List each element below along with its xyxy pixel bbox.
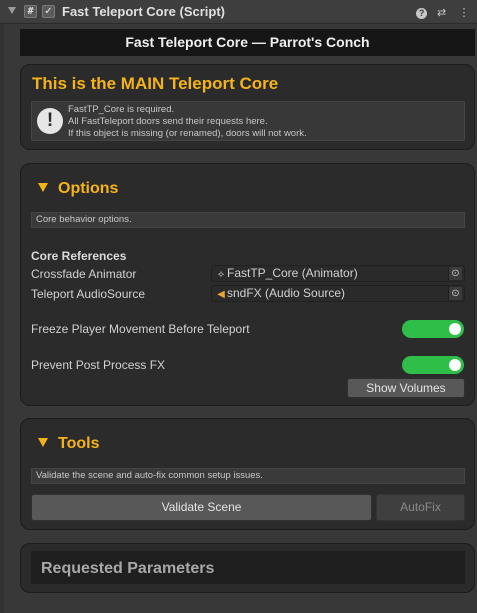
expanded-arrow-icon bbox=[38, 182, 48, 192]
requested-parameters-title: Requested Parameters bbox=[41, 560, 215, 577]
toggle-knob bbox=[449, 359, 461, 371]
more-icon[interactable]: ⋮ bbox=[457, 5, 471, 21]
requested-parameters-panel: Requested Parameters bbox=[20, 543, 475, 593]
inspector-left-gutter bbox=[0, 24, 4, 613]
help-line-1: FastTP_Core is required. bbox=[68, 104, 175, 115]
autofix-button[interactable]: AutoFix bbox=[376, 494, 465, 521]
crossfade-animator-field[interactable]: ⟡ FastTP_Core (Animator) ⊙ bbox=[211, 265, 465, 282]
show-volumes-button[interactable]: Show Volumes bbox=[347, 378, 465, 398]
crossfade-animator-value: FastTP_Core (Animator) bbox=[227, 266, 358, 280]
options-panel: Options Core behavior options. Core Refe… bbox=[20, 163, 475, 406]
inspector-title-bar: Fast Teleport Core — Parrot's Conch bbox=[20, 29, 475, 56]
object-picker-icon[interactable]: ⊙ bbox=[448, 267, 462, 280]
prevent-postfx-toggle[interactable] bbox=[402, 356, 464, 374]
core-references-label: Core References bbox=[31, 249, 127, 263]
foldout-arrow-icon[interactable] bbox=[8, 7, 16, 14]
requested-parameters-foldout[interactable]: Requested Parameters bbox=[31, 551, 465, 584]
warning-icon: ! bbox=[37, 108, 63, 134]
object-picker-icon[interactable]: ⊙ bbox=[448, 287, 462, 300]
teleport-audiosource-value: sndFX (Audio Source) bbox=[227, 286, 346, 300]
tools-panel: Tools Validate the scene and auto-fix co… bbox=[20, 418, 475, 530]
validate-scene-button[interactable]: Validate Scene bbox=[31, 494, 372, 521]
component-title: Fast Teleport Core (Script) bbox=[62, 4, 226, 19]
freeze-player-toggle[interactable] bbox=[402, 320, 464, 338]
expanded-arrow-icon bbox=[38, 437, 48, 447]
preset-icon[interactable]: ⇄ bbox=[435, 5, 449, 21]
options-title: Options bbox=[58, 180, 119, 197]
help-line-3: If this object is missing (or renamed), … bbox=[68, 128, 307, 139]
audio-source-icon: ◀ bbox=[217, 289, 225, 300]
options-description: Core behavior options. bbox=[31, 212, 465, 228]
script-icon: # bbox=[24, 5, 37, 18]
teleport-audiosource-field[interactable]: ◀ sndFX (Audio Source) ⊙ bbox=[211, 285, 465, 302]
prevent-postfx-label: Prevent Post Process FX bbox=[31, 358, 166, 372]
animator-icon: ⟡ bbox=[217, 269, 225, 280]
options-foldout-header[interactable]: Options bbox=[38, 180, 118, 198]
help-icon[interactable]: ? bbox=[412, 5, 428, 21]
tools-foldout-header[interactable]: Tools bbox=[38, 435, 99, 453]
main-core-panel: This is the MAIN Teleport Core ! FastTP_… bbox=[20, 64, 475, 150]
main-core-title: This is the MAIN Teleport Core bbox=[32, 74, 279, 93]
teleport-audiosource-label: Teleport AudioSource bbox=[31, 287, 146, 301]
toggle-knob bbox=[449, 323, 461, 335]
help-line-2: All FastTeleport doors send their reques… bbox=[68, 116, 268, 127]
crossfade-animator-label: Crossfade Animator bbox=[31, 267, 137, 281]
freeze-player-label: Freeze Player Movement Before Teleport bbox=[31, 322, 250, 336]
tools-title: Tools bbox=[58, 435, 100, 452]
tools-description: Validate the scene and auto-fix common s… bbox=[31, 468, 465, 484]
info-help-box: ! FastTP_Core is required. All FastTelep… bbox=[31, 101, 465, 141]
component-header[interactable]: # ✓ Fast Teleport Core (Script) ? ⇄ ⋮ bbox=[0, 0, 477, 24]
component-enabled-checkbox[interactable]: ✓ bbox=[42, 5, 55, 18]
